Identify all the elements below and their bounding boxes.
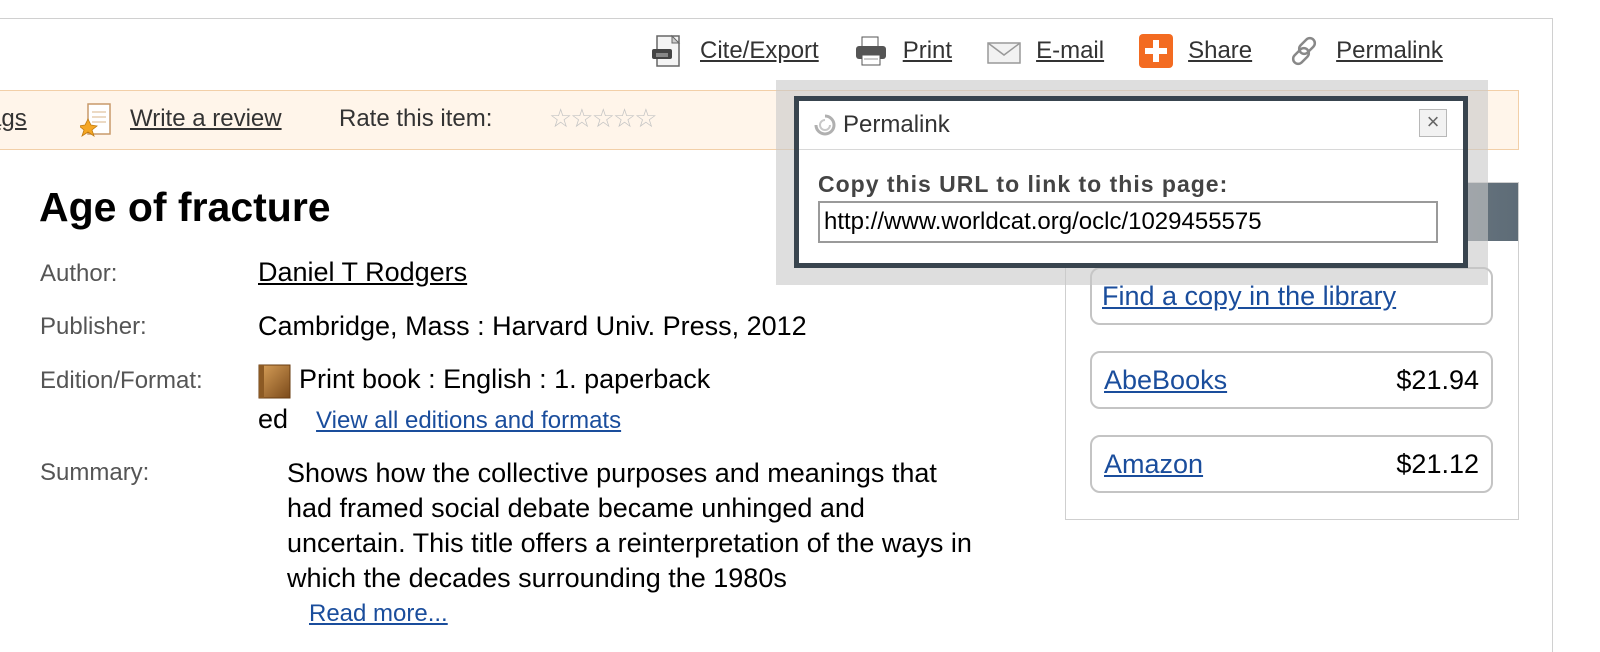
abebooks-link[interactable]: AbeBooks bbox=[1104, 365, 1227, 396]
close-icon[interactable]: × bbox=[1419, 109, 1447, 137]
chain-link-icon bbox=[1286, 33, 1322, 69]
page-frame-top bbox=[0, 18, 1553, 19]
permalink-link[interactable]: Permalink bbox=[1336, 37, 1443, 65]
copy-url-label: Copy this URL to link to this page: bbox=[818, 171, 1229, 197]
print-action[interactable]: Print bbox=[853, 33, 952, 69]
email-link[interactable]: E-mail bbox=[1036, 37, 1104, 65]
loading-spinner-icon bbox=[813, 113, 837, 137]
edition-continuation: ed View all editions and formats bbox=[258, 404, 621, 435]
print-link[interactable]: Print bbox=[903, 37, 952, 65]
summary-label: Summary: bbox=[40, 459, 150, 486]
read-more-link[interactable]: Read more... bbox=[309, 600, 448, 628]
write-review-link[interactable]: Write a review bbox=[130, 105, 282, 133]
amazon-link[interactable]: Amazon bbox=[1104, 449, 1203, 480]
seller-row: Amazon $21.12 bbox=[1090, 435, 1493, 493]
permalink-url-field[interactable] bbox=[818, 201, 1438, 243]
rate-item-label: Rate this item: bbox=[339, 105, 493, 132]
summary-text: Shows how the collective purposes and me… bbox=[287, 458, 972, 593]
amazon-price: $21.12 bbox=[1396, 448, 1479, 479]
permalink-dialog: Permalink × Copy this URL to link to thi… bbox=[794, 96, 1468, 268]
permalink-dialog-header: Permalink × bbox=[799, 101, 1463, 150]
edition-format-value: Print book : English : 1. paperback bbox=[258, 363, 710, 399]
abebooks-price: $21.94 bbox=[1396, 364, 1479, 395]
printer-icon bbox=[853, 33, 889, 69]
cite-export-icon bbox=[650, 33, 686, 69]
author-label: Author: bbox=[40, 260, 118, 287]
author-link[interactable]: Daniel T Rodgers bbox=[258, 257, 467, 288]
star-rating-control[interactable]: ☆☆☆☆☆ bbox=[549, 103, 658, 134]
record-title: Age of fracture bbox=[39, 184, 331, 230]
write-review-icon bbox=[78, 101, 116, 137]
seller-row: AbeBooks $21.94 bbox=[1090, 351, 1493, 409]
publisher-value: Cambridge, Mass : Harvard Univ. Press, 2… bbox=[258, 311, 807, 341]
cite-export-link[interactable]: Cite/Export bbox=[700, 37, 819, 65]
share-link[interactable]: Share bbox=[1188, 37, 1252, 65]
edition-format-text: Print book : English : 1. paperback bbox=[299, 364, 711, 395]
share-action[interactable]: Share bbox=[1138, 33, 1252, 69]
edition-format-label: Edition/Format: bbox=[40, 367, 203, 394]
envelope-icon bbox=[986, 33, 1022, 69]
permalink-dialog-title: Permalink bbox=[843, 111, 950, 138]
print-book-icon bbox=[258, 363, 291, 399]
find-copy-library-link[interactable]: Find a copy in the library bbox=[1102, 281, 1396, 312]
publisher-label: Publisher: bbox=[40, 313, 147, 340]
cite-export-action[interactable]: Cite/Export bbox=[650, 33, 819, 69]
record-actions-toolbar: Cite/Export Print E-mail Share Permalink bbox=[650, 28, 1443, 74]
tags-link[interactable]: ags bbox=[0, 105, 27, 133]
share-plus-icon bbox=[1138, 33, 1174, 69]
email-action[interactable]: E-mail bbox=[986, 33, 1104, 69]
edition-format-text-continued: ed bbox=[258, 404, 289, 434]
page-frame-right bbox=[1552, 18, 1553, 652]
view-all-editions-link[interactable]: View all editions and formats bbox=[316, 407, 621, 434]
permalink-action[interactable]: Permalink bbox=[1286, 33, 1443, 69]
